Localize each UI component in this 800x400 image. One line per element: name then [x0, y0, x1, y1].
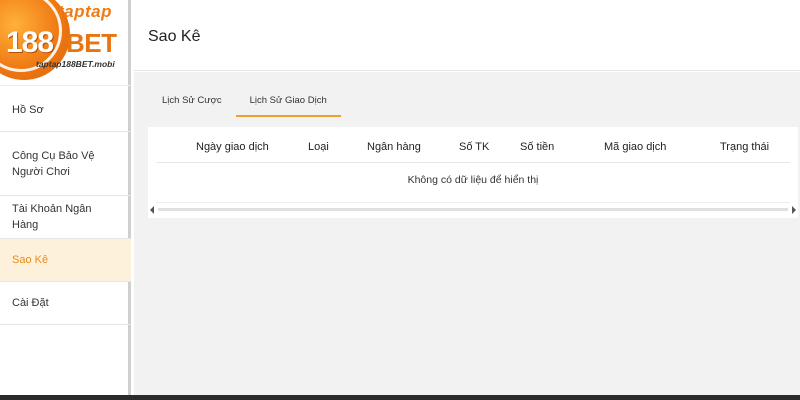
column-header-type[interactable]: Loại [308, 141, 329, 153]
app-frame: taptap 188 BET taptap188BET.mobi Hồ Sơ C… [0, 0, 800, 400]
column-header-transaction-code[interactable]: Mã giao dịch [604, 141, 666, 153]
column-header-status[interactable]: Trạng thái [720, 141, 769, 153]
logo-number-text: 188 [6, 26, 54, 59]
sidebar-nav: Hồ Sơ Công Cụ Bảo Vệ Người Chơi Tài Khoả… [0, 89, 131, 325]
brand-logo[interactable]: taptap 188 BET taptap188BET.mobi [0, 0, 131, 86]
page-title: Sao Kê [148, 28, 201, 45]
sidebar-item-label: Công Cụ Bảo Vệ Người Chơi [12, 149, 95, 178]
tab-bet-history[interactable]: Lịch Sử Cược [148, 88, 236, 117]
bottom-border [0, 395, 800, 400]
sidebar-item-label: Sao Kê [12, 254, 49, 266]
sidebar-item-settings[interactable]: Cài Đặt [0, 282, 131, 325]
scroll-left-icon[interactable] [150, 206, 154, 214]
logo-taptap-text: taptap [58, 2, 112, 21]
sidebar-item-statement[interactable]: Sao Kê [0, 239, 131, 282]
sidebar-item-label: Hồ Sơ [12, 104, 44, 116]
table-header-row: Ngày giao dịch Loại Ngân hàng Số TK Số t… [156, 133, 790, 163]
main-content: Lịch Sử Cược Lịch Sử Giao Dịch Ngày giao… [134, 72, 800, 395]
logo-url-text: taptap188BET.mobi [36, 59, 115, 69]
column-header-amount[interactable]: Số tiền [520, 141, 554, 153]
transactions-table: Ngày giao dịch Loại Ngân hàng Số TK Số t… [148, 127, 798, 218]
scroll-right-icon[interactable] [792, 206, 796, 214]
logo-bet-text: BET [66, 28, 117, 58]
sidebar-item-profile[interactable]: Hồ Sơ [0, 89, 131, 132]
page-header: Sao Kê [134, 0, 800, 71]
column-header-bank[interactable]: Ngân hàng [367, 141, 421, 153]
sidebar-item-player-protection[interactable]: Công Cụ Bảo Vệ Người Chơi [0, 132, 131, 196]
horizontal-scrollbar[interactable] [158, 208, 788, 211]
empty-state-message: Không có dữ liệu để hiển thị [156, 165, 790, 203]
tab-bar: Lịch Sử Cược Lịch Sử Giao Dịch [148, 88, 341, 117]
column-header-account-number[interactable]: Số TK [459, 141, 489, 153]
sidebar-item-label: Tài Khoản Ngân Hàng [12, 203, 92, 231]
sidebar-item-bank-account[interactable]: Tài Khoản Ngân Hàng [0, 196, 131, 239]
column-header-date[interactable]: Ngày giao dịch [196, 141, 269, 153]
sidebar-item-label: Cài Đặt [12, 297, 49, 309]
tab-transaction-history[interactable]: Lịch Sử Giao Dịch [235, 88, 341, 117]
sidebar: taptap 188 BET taptap188BET.mobi Hồ Sơ C… [0, 0, 131, 395]
